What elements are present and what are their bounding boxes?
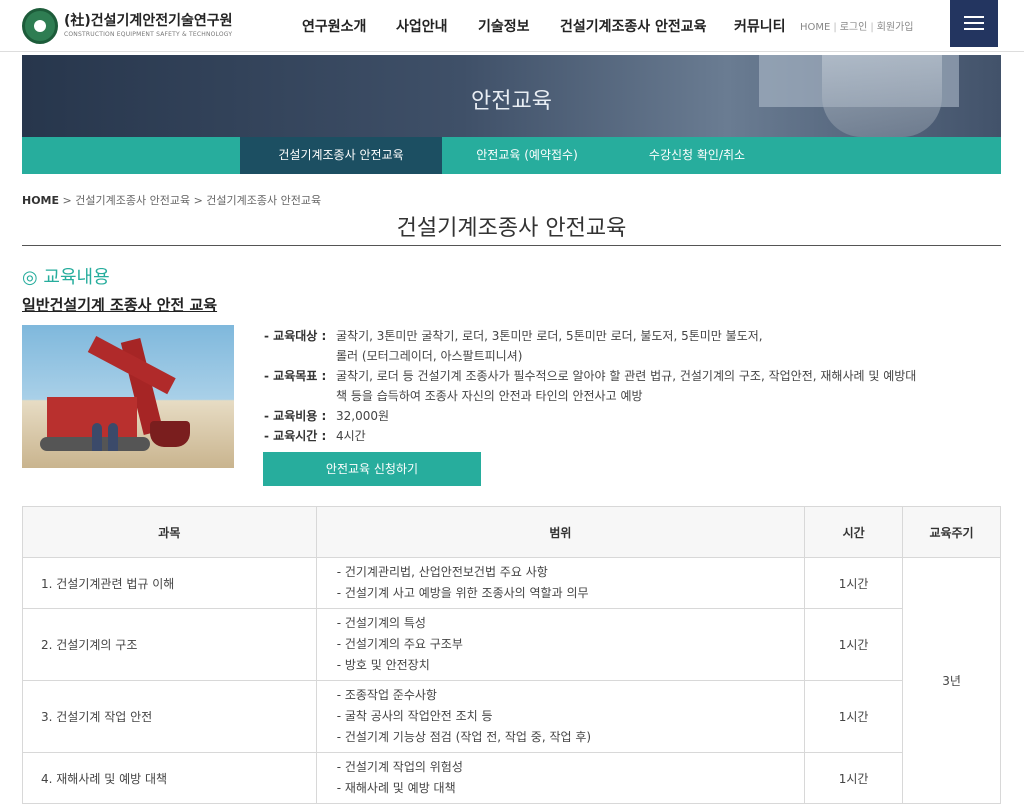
site-logo[interactable]: (社)건설기계안전기술연구원 CONSTRUCTION EQUIPMENT SA… [22, 6, 232, 46]
info-target-value-cont: 롤러 (모터그레이더, 아스팔트피니셔) [336, 349, 523, 363]
worker-figure [108, 423, 118, 451]
logo-emblem-icon [22, 8, 58, 44]
curriculum-table: 과목 범위 시간 교육주기 1. 건설기계관련 법규 이해 - 건기계관리법, … [22, 506, 1001, 804]
excavator-bucket [150, 421, 190, 447]
hamburger-icon-bar [964, 28, 984, 30]
util-divider: | [833, 22, 837, 33]
range-line: - 방호 및 안전장치 [336, 658, 430, 672]
logo-subtitle: CONSTRUCTION EQUIPMENT SAFETY & TECHNOLO… [64, 31, 233, 38]
table-cell-range: - 조종작업 준수사항 - 굴착 공사의 작업안전 조치 등 - 건설기계 기능… [315, 680, 806, 753]
range-line: - 굴착 공사의 작업안전 조치 등 [336, 709, 493, 723]
breadcrumb-separator: > [193, 194, 207, 207]
info-time-label: - 교육시간 : [264, 429, 327, 443]
util-login-link[interactable]: 로그인 [840, 22, 868, 33]
section-heading: ◎ 교육내용 [22, 267, 110, 288]
worker-figure [92, 423, 102, 451]
table-row: 2. 건설기계의 구조 - 건설기계의 특성 - 건설기계의 주요 구조부 - … [22, 608, 1001, 681]
nav-item-tech-info[interactable]: 기술정보 [478, 16, 530, 36]
info-cost-value: 32,000원 [336, 409, 390, 423]
table-row: 1. 건설기계관련 법규 이해 - 건기계관리법, 산업안전보건법 주요 사항 … [22, 557, 1001, 804]
range-line: - 건설기계 작업의 위험성 [336, 760, 463, 774]
info-cost: - 교육비용 : 32,000원 [264, 406, 984, 426]
menu-button[interactable] [950, 0, 998, 47]
course-info: - 교육대상 : 굴착기, 3톤미만 굴착기, 로더, 3톤미만 로더, 5톤미… [264, 326, 984, 446]
table-header-subject: 과목 [22, 506, 317, 558]
table-cell-subject: 3. 건설기계 작업 안전 [22, 680, 317, 753]
subnav-item-reservation[interactable]: 안전교육 (예약접수) [442, 137, 612, 174]
info-target: - 교육대상 : 굴착기, 3톤미만 굴착기, 로더, 3톤미만 로더, 5톤미… [264, 326, 984, 366]
hero-banner: 안전교육 [22, 55, 1001, 137]
table-cell-subject: 1. 건설기계관련 법규 이해 [22, 557, 317, 609]
course-title: 일반건설기계 조종사 안전 교육 [22, 296, 218, 314]
range-line: - 건설기계 사고 예방을 위한 조종사의 역할과 의무 [336, 586, 589, 600]
info-goal-value-cont: 책 등을 습득하여 조종사 자신의 안전과 타인의 안전사고 예방 [336, 389, 643, 403]
nav-item-community[interactable]: 커뮤니티 [734, 16, 786, 36]
nav-item-business[interactable]: 사업안내 [396, 16, 448, 36]
util-divider: | [870, 22, 874, 33]
hamburger-icon [964, 16, 984, 18]
table-cell-range: - 건기계관리법, 산업안전보건법 주요 사항 - 건설기계 사고 예방을 위한… [315, 557, 806, 609]
utility-links: HOME | 로그인 | 회원가입 [800, 18, 914, 33]
table-row: 4. 재해사례 및 예방 대책 - 건설기계 작업의 위험성 - 재해사례 및 … [22, 752, 1001, 804]
util-home-link[interactable]: HOME [800, 22, 830, 33]
breadcrumb-separator: > [62, 194, 76, 207]
subnav-item-check-cancel[interactable]: 수강신청 확인/취소 [612, 137, 782, 174]
table-cell-cycle: 3년 [902, 557, 1001, 804]
subnav-item-safety-education[interactable]: 건설기계조종사 안전교육 [240, 137, 442, 174]
table-cell-subject: 4. 재해사례 및 예방 대책 [22, 752, 317, 804]
apply-button[interactable]: 안전교육 신청하기 [263, 452, 481, 486]
range-line: - 건설기계의 주요 구조부 [336, 637, 463, 651]
table-cell-range: - 건설기계 작업의 위험성 - 재해사례 및 예방 대책 [315, 752, 806, 804]
nav-item-about[interactable]: 연구원소개 [302, 16, 366, 36]
table-cell-range: - 건설기계의 특성 - 건설기계의 주요 구조부 - 방호 및 안전장치 [315, 608, 806, 681]
info-target-label: - 교육대상 : [264, 329, 327, 343]
table-cell-time: 1시간 [804, 680, 904, 753]
table-header-time: 시간 [804, 506, 904, 558]
util-signup-link[interactable]: 회원가입 [877, 22, 914, 33]
table-cell-subject: 2. 건설기계의 구조 [22, 608, 317, 681]
nav-item-safety-education[interactable]: 건설기계조종사 안전교육 [560, 16, 707, 36]
range-line: - 건설기계의 특성 [336, 616, 426, 630]
page-title: 건설기계조종사 안전교육 [396, 216, 627, 241]
table-cell-time: 1시간 [804, 608, 904, 681]
info-cost-label: - 교육비용 : [264, 409, 327, 423]
breadcrumb-home[interactable]: HOME [22, 194, 59, 207]
info-goal-label: - 교육목표 : [264, 369, 327, 383]
title-divider [22, 245, 1001, 246]
table-cell-time: 1시간 [804, 557, 904, 609]
info-goal-value: 굴착기, 로더 등 건설기계 조종사가 필수적으로 알아야 할 관련 법규, 건… [336, 369, 917, 383]
range-line: - 건기계관리법, 산업안전보건법 주요 사항 [336, 565, 548, 579]
range-line: - 건설기계 기능상 점검 (작업 전, 작업 중, 작업 후) [336, 730, 592, 744]
logo-title: (社)건설기계안전기술연구원 [64, 13, 233, 29]
breadcrumb: HOME > 건설기계조종사 안전교육 > 건설기계조종사 안전교육 [22, 192, 321, 208]
info-goal: - 교육목표 : 굴착기, 로더 등 건설기계 조종사가 필수적으로 알아야 할… [264, 366, 984, 406]
hamburger-icon-bar [964, 22, 984, 24]
table-header-range: 범위 [315, 506, 806, 558]
breadcrumb-item[interactable]: 건설기계조종사 안전교육 [75, 194, 190, 207]
range-line: - 조종작업 준수사항 [336, 688, 437, 702]
table-row: 3. 건설기계 작업 안전 - 조종작업 준수사항 - 굴착 공사의 작업안전 … [22, 680, 1001, 753]
info-time: - 교육시간 : 4시간 [264, 426, 984, 446]
table-header-row: 과목 범위 시간 교육주기 [22, 506, 1001, 558]
sub-navigation: 건설기계조종사 안전교육 안전교육 (예약접수) 수강신청 확인/취소 [22, 137, 1001, 174]
banner-title: 안전교육 [471, 89, 552, 114]
info-target-value: 굴착기, 3톤미만 굴착기, 로더, 3톤미만 로더, 5톤미만 로더, 불도저… [336, 329, 763, 343]
info-time-value: 4시간 [336, 429, 366, 443]
range-line: - 재해사례 및 예방 대책 [336, 781, 456, 795]
site-header: (社)건설기계안전기술연구원 CONSTRUCTION EQUIPMENT SA… [0, 0, 1024, 52]
table-cell-time: 1시간 [804, 752, 904, 804]
excavator-photo [22, 325, 234, 468]
breadcrumb-item[interactable]: 건설기계조종사 안전교육 [206, 194, 321, 207]
table-header-cycle: 교육주기 [902, 506, 1001, 558]
